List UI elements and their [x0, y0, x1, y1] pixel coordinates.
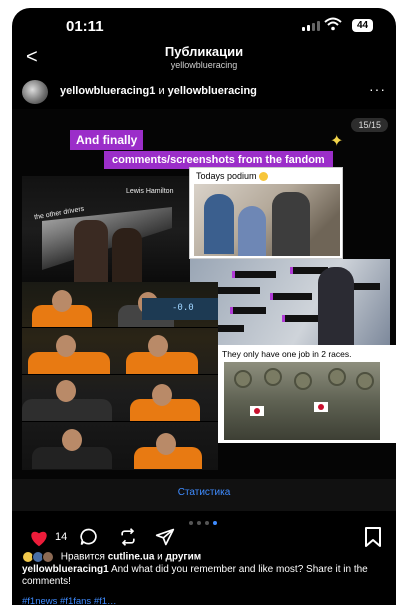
author-link-2[interactable]: yellowblueracing: [168, 85, 257, 97]
heart-icon[interactable]: [28, 527, 50, 549]
slide-counter: 15/15: [351, 118, 388, 132]
smile-emoji-icon: [259, 172, 269, 182]
post-caption: yellowblueracing1 And what did you remem…: [22, 564, 382, 588]
share-icon[interactable]: [155, 527, 175, 547]
statistics-bar[interactable]: Статистика: [12, 479, 396, 511]
page-subtitle: yellowblueracing: [170, 60, 238, 70]
podium-comment-card: Todays podium: [189, 167, 343, 259]
person-silhouette: [318, 267, 354, 351]
post-media-carousel[interactable]: 15/15 And finally comments/screenshots f…: [12, 109, 396, 479]
hashtags[interactable]: #f1news #f1fans #f1…: [22, 596, 386, 605]
status-time: 01:11: [66, 18, 104, 35]
sparkle-icon: ✦: [330, 133, 344, 150]
post-header: yellowblueracing1 и yellowblueracing ···: [12, 76, 396, 108]
likes-prefix: Нравится: [60, 551, 105, 563]
liker-avatars: [22, 551, 58, 563]
page-title: Публикации: [164, 44, 244, 59]
person-silhouette: [74, 220, 108, 282]
podium-photo: [194, 184, 340, 256]
likes-joiner: и: [157, 551, 163, 563]
one-job-comment-card: They only have one job in 2 races.: [218, 345, 396, 443]
repost-icon[interactable]: [118, 527, 138, 547]
caption-lewis: Lewis Hamilton: [126, 188, 174, 195]
timing-screen: -0.0: [142, 298, 218, 320]
liked-by-user[interactable]: cutline.ua: [108, 552, 155, 563]
bookmark-icon[interactable]: [364, 527, 382, 547]
author-link-1[interactable]: yellowblueracing1: [60, 85, 155, 97]
post-authors: yellowblueracing1 и yellowblueracing: [60, 85, 257, 97]
post-actions: 14: [12, 513, 396, 551]
battery-indicator: 44: [352, 19, 374, 32]
sticker-collage-image: [190, 259, 390, 351]
carousel-dots: [189, 521, 217, 525]
author-separator: и: [158, 85, 165, 97]
team-glasses-image: -0.0: [22, 282, 218, 470]
author-avatar[interactable]: [22, 80, 48, 104]
podium-caption: Todays podium: [196, 171, 269, 182]
likes-others[interactable]: другим: [166, 552, 202, 563]
wifi-icon: [324, 17, 342, 31]
caption-author[interactable]: yellowblueracing1: [22, 564, 109, 575]
signal-icon: [302, 21, 320, 31]
top-navbar: < Публикации yellowblueracing: [12, 42, 396, 76]
statistics-link[interactable]: Статистика: [12, 487, 396, 498]
status-bar: 01:11 44: [12, 8, 396, 42]
comment-icon[interactable]: [79, 527, 99, 547]
likes-count[interactable]: 14: [55, 531, 67, 543]
slide-heading-line1: And finally: [70, 130, 144, 150]
historic-photo: [224, 362, 380, 440]
more-options-button[interactable]: ···: [369, 81, 386, 97]
one-job-caption: They only have one job in 2 races.: [222, 349, 352, 359]
person-silhouette: [112, 228, 142, 282]
liked-by-line[interactable]: Нравится cutline.ua и другим: [22, 551, 386, 565]
meme-drivers-image: the other drivers Lewis Hamilton: [22, 176, 192, 282]
phone-screen: 01:11 44 < Публикации yellowblueracing y…: [12, 8, 396, 605]
